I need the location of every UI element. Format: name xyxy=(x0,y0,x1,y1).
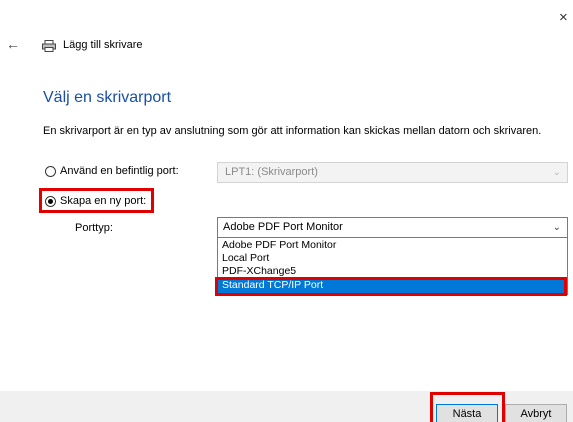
use-existing-port-radio[interactable] xyxy=(45,166,56,177)
highlight-create-new-port xyxy=(39,188,154,213)
existing-port-select: LPT1: (Skrivarport) ⌄ xyxy=(217,162,568,183)
dropdown-option-adobe-pdf[interactable]: Adobe PDF Port Monitor xyxy=(218,239,567,252)
close-icon: × xyxy=(559,9,568,26)
back-button[interactable]: ← xyxy=(6,36,22,52)
chevron-down-icon: ⌄ xyxy=(552,222,561,233)
existing-port-value: LPT1: (Skrivarport) xyxy=(225,166,318,178)
highlight-next-button xyxy=(430,392,505,422)
page-description: En skrivarport är en typ av anslutning s… xyxy=(43,125,542,137)
port-type-select[interactable]: Adobe PDF Port Monitor ⌄ xyxy=(217,217,568,238)
port-type-value: Adobe PDF Port Monitor xyxy=(223,221,343,233)
printer-icon xyxy=(42,40,56,52)
port-type-label: Porttyp: xyxy=(75,222,113,234)
dialog-title: Lägg till skrivare xyxy=(63,39,143,51)
cancel-button[interactable]: Avbryt xyxy=(505,404,567,422)
close-button[interactable]: × xyxy=(559,10,573,26)
page-heading: Välj en skrivarport xyxy=(43,89,172,106)
chevron-down-icon: ⌄ xyxy=(552,167,561,178)
back-arrow-icon: ← xyxy=(6,36,20,52)
use-existing-port-label[interactable]: Använd en befintlig port: xyxy=(60,164,179,178)
highlight-standard-tcpip xyxy=(215,277,567,296)
dropdown-option-local-port[interactable]: Local Port xyxy=(218,252,567,265)
